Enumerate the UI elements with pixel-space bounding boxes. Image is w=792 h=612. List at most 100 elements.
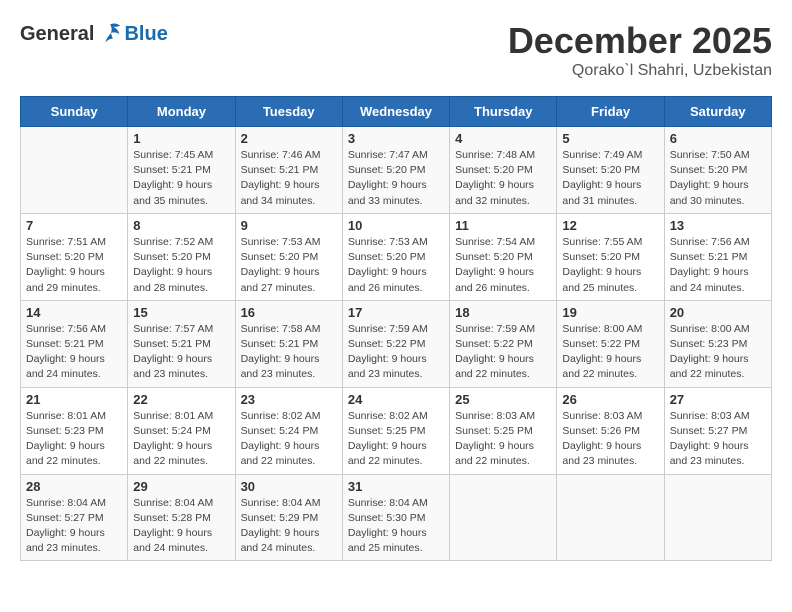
calendar-cell [557, 474, 664, 561]
week-row-4: 21 Sunrise: 8:01 AMSunset: 5:23 PMDayligh… [21, 387, 772, 474]
calendar-cell [21, 127, 128, 214]
day-info: Sunrise: 7:47 AMSunset: 5:20 PMDaylight:… [348, 148, 444, 209]
calendar-cell: 5 Sunrise: 7:49 AMSunset: 5:20 PMDaylight… [557, 127, 664, 214]
day-number: 16 [241, 305, 337, 320]
calendar-cell: 10Sunrise: 7:53 AMSunset: 5:20 PMDayligh… [342, 213, 449, 300]
calendar-cell [664, 474, 771, 561]
day-info: Sunrise: 8:00 AMSunset: 5:22 PMDaylight:… [562, 322, 658, 383]
day-number: 11 [455, 218, 551, 233]
day-header-sunday: Sunday [21, 97, 128, 127]
day-number: 14 [26, 305, 122, 320]
day-number: 21 [26, 392, 122, 407]
calendar-cell: 27Sunrise: 8:03 AMSunset: 5:27 PMDayligh… [664, 387, 771, 474]
day-info: Sunrise: 7:59 AMSunset: 5:22 PMDaylight:… [455, 322, 551, 383]
day-number: 12 [562, 218, 658, 233]
calendar-cell: 31 Sunrise: 8:04 AMSunset: 5:30 PMDayligh… [342, 474, 449, 561]
day-header-tuesday: Tuesday [235, 97, 342, 127]
location-text: Qorako`l Shahri, Uzbekistan [508, 62, 772, 80]
day-info: Sunrise: 8:01 AMSunset: 5:24 PMDaylight:… [133, 409, 229, 470]
day-info: Sunrise: 8:04 AMSunset: 5:30 PMDaylight:… [348, 496, 444, 557]
calendar-cell [450, 474, 557, 561]
day-info: Sunrise: 7:45 AMSunset: 5:21 PMDaylight:… [133, 148, 229, 209]
calendar-cell: 7 Sunrise: 7:51 AMSunset: 5:20 PMDaylight… [21, 213, 128, 300]
logo: General Blue [20, 20, 168, 48]
day-number: 29 [133, 479, 229, 494]
week-row-2: 7 Sunrise: 7:51 AMSunset: 5:20 PMDaylight… [21, 213, 772, 300]
calendar-cell: 25Sunrise: 8:03 AMSunset: 5:25 PMDayligh… [450, 387, 557, 474]
day-number: 6 [670, 131, 766, 146]
calendar-cell: 22 Sunrise: 8:01 AMSunset: 5:24 PMDayligh… [128, 387, 235, 474]
calendar-cell: 19 Sunrise: 8:00 AMSunset: 5:22 PMDayligh… [557, 300, 664, 387]
day-info: Sunrise: 7:46 AMSunset: 5:21 PMDaylight:… [241, 148, 337, 209]
day-info: Sunrise: 7:56 AMSunset: 5:21 PMDaylight:… [26, 322, 122, 383]
day-info: Sunrise: 8:04 AMSunset: 5:29 PMDaylight:… [241, 496, 337, 557]
calendar-cell: 17Sunrise: 7:59 AMSunset: 5:22 PMDayligh… [342, 300, 449, 387]
calendar-cell: 24 Sunrise: 8:02 AMSunset: 5:25 PMDayligh… [342, 387, 449, 474]
day-info: Sunrise: 8:00 AMSunset: 5:23 PMDaylight:… [670, 322, 766, 383]
week-row-1: 1 Sunrise: 7:45 AMSunset: 5:21 PMDaylight… [21, 127, 772, 214]
calendar-cell: 28 Sunrise: 8:04 AMSunset: 5:27 PMDayligh… [21, 474, 128, 561]
calendar-cell: 6Sunrise: 7:50 AMSunset: 5:20 PMDaylight… [664, 127, 771, 214]
calendar-cell: 8 Sunrise: 7:52 AMSunset: 5:20 PMDaylight… [128, 213, 235, 300]
calendar-cell: 14 Sunrise: 7:56 AMSunset: 5:21 PMDayligh… [21, 300, 128, 387]
day-header-wednesday: Wednesday [342, 97, 449, 127]
day-info: Sunrise: 7:51 AMSunset: 5:20 PMDaylight:… [26, 235, 122, 296]
calendar-cell: 29 Sunrise: 8:04 AMSunset: 5:28 PMDayligh… [128, 474, 235, 561]
day-header-saturday: Saturday [664, 97, 771, 127]
day-info: Sunrise: 8:02 AMSunset: 5:25 PMDaylight:… [348, 409, 444, 470]
calendar-cell: 9 Sunrise: 7:53 AMSunset: 5:20 PMDaylight… [235, 213, 342, 300]
day-number: 8 [133, 218, 229, 233]
logo-bird-icon [96, 20, 124, 48]
calendar-cell: 4 Sunrise: 7:48 AMSunset: 5:20 PMDaylight… [450, 127, 557, 214]
calendar-cell: 15 Sunrise: 7:57 AMSunset: 5:21 PMDayligh… [128, 300, 235, 387]
day-number: 13 [670, 218, 766, 233]
day-info: Sunrise: 8:04 AMSunset: 5:28 PMDaylight:… [133, 496, 229, 557]
day-number: 17 [348, 305, 444, 320]
calendar-cell: 11 Sunrise: 7:54 AMSunset: 5:20 PMDayligh… [450, 213, 557, 300]
day-info: Sunrise: 8:03 AMSunset: 5:27 PMDaylight:… [670, 409, 766, 470]
day-info: Sunrise: 7:55 AMSunset: 5:20 PMDaylight:… [562, 235, 658, 296]
day-number: 10 [348, 218, 444, 233]
calendar-cell: 26Sunrise: 8:03 AMSunset: 5:26 PMDayligh… [557, 387, 664, 474]
day-info: Sunrise: 7:56 AMSunset: 5:21 PMDaylight:… [670, 235, 766, 296]
day-number: 7 [26, 218, 122, 233]
calendar-cell: 1 Sunrise: 7:45 AMSunset: 5:21 PMDaylight… [128, 127, 235, 214]
day-number: 30 [241, 479, 337, 494]
day-info: Sunrise: 8:03 AMSunset: 5:25 PMDaylight:… [455, 409, 551, 470]
day-info: Sunrise: 7:53 AMSunset: 5:20 PMDaylight:… [241, 235, 337, 296]
day-info: Sunrise: 7:52 AMSunset: 5:20 PMDaylight:… [133, 235, 229, 296]
day-info: Sunrise: 7:48 AMSunset: 5:20 PMDaylight:… [455, 148, 551, 209]
day-info: Sunrise: 8:04 AMSunset: 5:27 PMDaylight:… [26, 496, 122, 557]
day-number: 24 [348, 392, 444, 407]
day-number: 22 [133, 392, 229, 407]
day-number: 9 [241, 218, 337, 233]
calendar-cell: 16 Sunrise: 7:58 AMSunset: 5:21 PMDayligh… [235, 300, 342, 387]
calendar-cell: 2Sunrise: 7:46 AMSunset: 5:21 PMDaylight… [235, 127, 342, 214]
day-number: 15 [133, 305, 229, 320]
day-info: Sunrise: 8:01 AMSunset: 5:23 PMDaylight:… [26, 409, 122, 470]
calendar-cell: 23Sunrise: 8:02 AMSunset: 5:24 PMDayligh… [235, 387, 342, 474]
calendar-cell: 18Sunrise: 7:59 AMSunset: 5:22 PMDayligh… [450, 300, 557, 387]
calendar-cell: 21 Sunrise: 8:01 AMSunset: 5:23 PMDayligh… [21, 387, 128, 474]
calendar-cell: 13 Sunrise: 7:56 AMSunset: 5:21 PMDayligh… [664, 213, 771, 300]
day-info: Sunrise: 7:49 AMSunset: 5:20 PMDaylight:… [562, 148, 658, 209]
day-info: Sunrise: 7:58 AMSunset: 5:21 PMDaylight:… [241, 322, 337, 383]
day-number: 5 [562, 131, 658, 146]
day-info: Sunrise: 8:03 AMSunset: 5:26 PMDaylight:… [562, 409, 658, 470]
day-number: 23 [241, 392, 337, 407]
day-info: Sunrise: 7:54 AMSunset: 5:20 PMDaylight:… [455, 235, 551, 296]
day-number: 31 [348, 479, 444, 494]
day-number: 1 [133, 131, 229, 146]
day-number: 3 [348, 131, 444, 146]
day-number: 20 [670, 305, 766, 320]
day-number: 19 [562, 305, 658, 320]
calendar-cell: 30 Sunrise: 8:04 AMSunset: 5:29 PMDayligh… [235, 474, 342, 561]
day-header-thursday: Thursday [450, 97, 557, 127]
calendar-cell: 3 Sunrise: 7:47 AMSunset: 5:20 PMDaylight… [342, 127, 449, 214]
day-number: 28 [26, 479, 122, 494]
logo-blue-text: Blue [124, 23, 167, 46]
day-number: 4 [455, 131, 551, 146]
page-header: General Blue December 2025 Qorako`l Shah… [20, 20, 772, 80]
month-title: December 2025 [508, 20, 772, 62]
day-info: Sunrise: 7:57 AMSunset: 5:21 PMDaylight:… [133, 322, 229, 383]
